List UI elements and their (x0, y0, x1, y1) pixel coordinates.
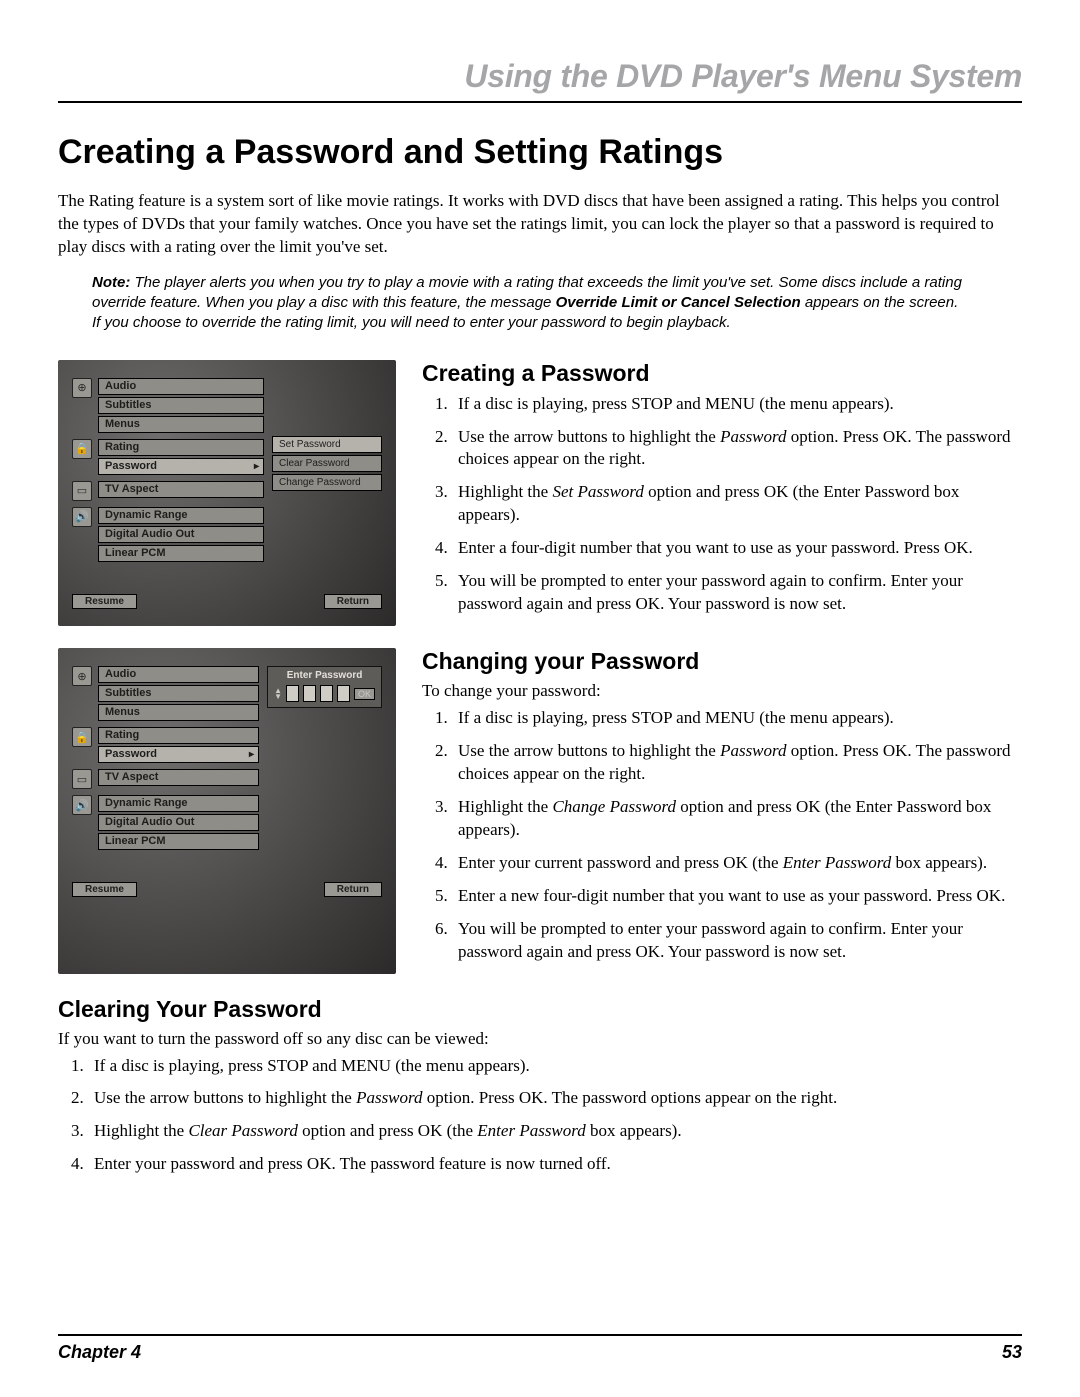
list-item: Highlight the Change Password option and… (452, 796, 1022, 842)
menu-item: Audio (98, 666, 259, 683)
section-title-clearing: Clearing Your Password (58, 996, 1022, 1023)
menu-item: Password (98, 458, 264, 475)
menu-group-icon: ⊕ (72, 378, 92, 398)
section-title-creating: Creating a Password (422, 360, 1022, 387)
page-title: Creating a Password and Setting Ratings (58, 133, 1022, 172)
menu-item: Dynamic Range (98, 507, 264, 524)
clearing-lead: If you want to turn the password off so … (58, 1029, 1022, 1049)
menu-group-icon: 🔒 (72, 439, 92, 459)
list-item: Highlight the Clear Password option and … (88, 1120, 1022, 1143)
list-item: If a disc is playing, press STOP and MEN… (452, 393, 1022, 416)
note-label: Note: (92, 274, 130, 291)
menu-item: Subtitles (98, 397, 264, 414)
footer-rule (58, 1334, 1022, 1336)
submenu-item: Clear Password (272, 455, 382, 472)
menu-item: Linear PCM (98, 833, 259, 850)
resume-button: Resume (72, 594, 137, 609)
list-item: Enter a four-digit number that you want … (452, 537, 1022, 560)
menu-item: Linear PCM (98, 545, 264, 562)
menu-item: Menus (98, 704, 259, 721)
list-item: Enter your password and press OK. The pa… (88, 1153, 1022, 1176)
section-title-changing: Changing your Password (422, 648, 1022, 675)
menu-group-icon: ▭ (72, 481, 92, 501)
changing-lead: To change your password: (422, 681, 1022, 701)
list-item: Highlight the Set Password option and pr… (452, 481, 1022, 527)
note-paragraph: Note: The player alerts you when you try… (92, 273, 962, 334)
menu-item: Rating (98, 439, 264, 456)
list-item: If a disc is playing, press STOP and MEN… (452, 707, 1022, 730)
submenu-item: Change Password (272, 474, 382, 491)
list-item: Enter your current password and press OK… (452, 852, 1022, 875)
list-item: You will be prompted to enter your passw… (452, 570, 1022, 616)
list-item: You will be prompted to enter your passw… (452, 918, 1022, 964)
running-head: Using the DVD Player's Menu System (58, 58, 1022, 95)
creating-steps: If a disc is playing, press STOP and MEN… (422, 393, 1022, 617)
menu-group-icon: 🔊 (72, 795, 92, 815)
list-item: Use the arrow buttons to highlight the P… (452, 740, 1022, 786)
header-rule (58, 101, 1022, 103)
enter-password-box: Enter Password▲▼OK (267, 666, 382, 708)
footer-chapter: Chapter 4 (58, 1342, 141, 1363)
intro-paragraph: The Rating feature is a system sort of l… (58, 190, 1022, 259)
menu-item: TV Aspect (98, 769, 259, 786)
clearing-steps: If a disc is playing, press STOP and MEN… (58, 1055, 1022, 1177)
menu-item: Rating (98, 727, 259, 744)
menu-item: Audio (98, 378, 264, 395)
menu-item: Digital Audio Out (98, 526, 264, 543)
list-item: Use the arrow buttons to highlight the P… (452, 426, 1022, 472)
return-button: Return (324, 882, 382, 897)
changing-steps: If a disc is playing, press STOP and MEN… (422, 707, 1022, 963)
list-item: If a disc is playing, press STOP and MEN… (88, 1055, 1022, 1078)
list-item: Use the arrow buttons to highlight the P… (88, 1087, 1022, 1110)
menu-group-icon: 🔒 (72, 727, 92, 747)
resume-button: Resume (72, 882, 137, 897)
footer-page-number: 53 (1002, 1342, 1022, 1363)
menu-group-icon: 🔊 (72, 507, 92, 527)
menu-item: TV Aspect (98, 481, 264, 498)
note-bold-phrase: Override Limit or Cancel Selection (556, 294, 801, 311)
submenu-item: Set Password (272, 436, 382, 453)
return-button: Return (324, 594, 382, 609)
menu-group-icon: ⊕ (72, 666, 92, 686)
menu-item: Menus (98, 416, 264, 433)
list-item: Enter a new four-digit number that you w… (452, 885, 1022, 908)
menu-item: Dynamic Range (98, 795, 259, 812)
menu-item: Password (98, 746, 259, 763)
screenshot-set-password: ⊕ Audio Subtitles Menus 🔒 Rating Password ▭ TV A… (58, 360, 396, 627)
menu-item: Subtitles (98, 685, 259, 702)
screenshot-enter-password: ⊕ Audio Subtitles Menus 🔒 Rating Password ▭ TV A… (58, 648, 396, 973)
menu-group-icon: ▭ (72, 769, 92, 789)
menu-item: Digital Audio Out (98, 814, 259, 831)
